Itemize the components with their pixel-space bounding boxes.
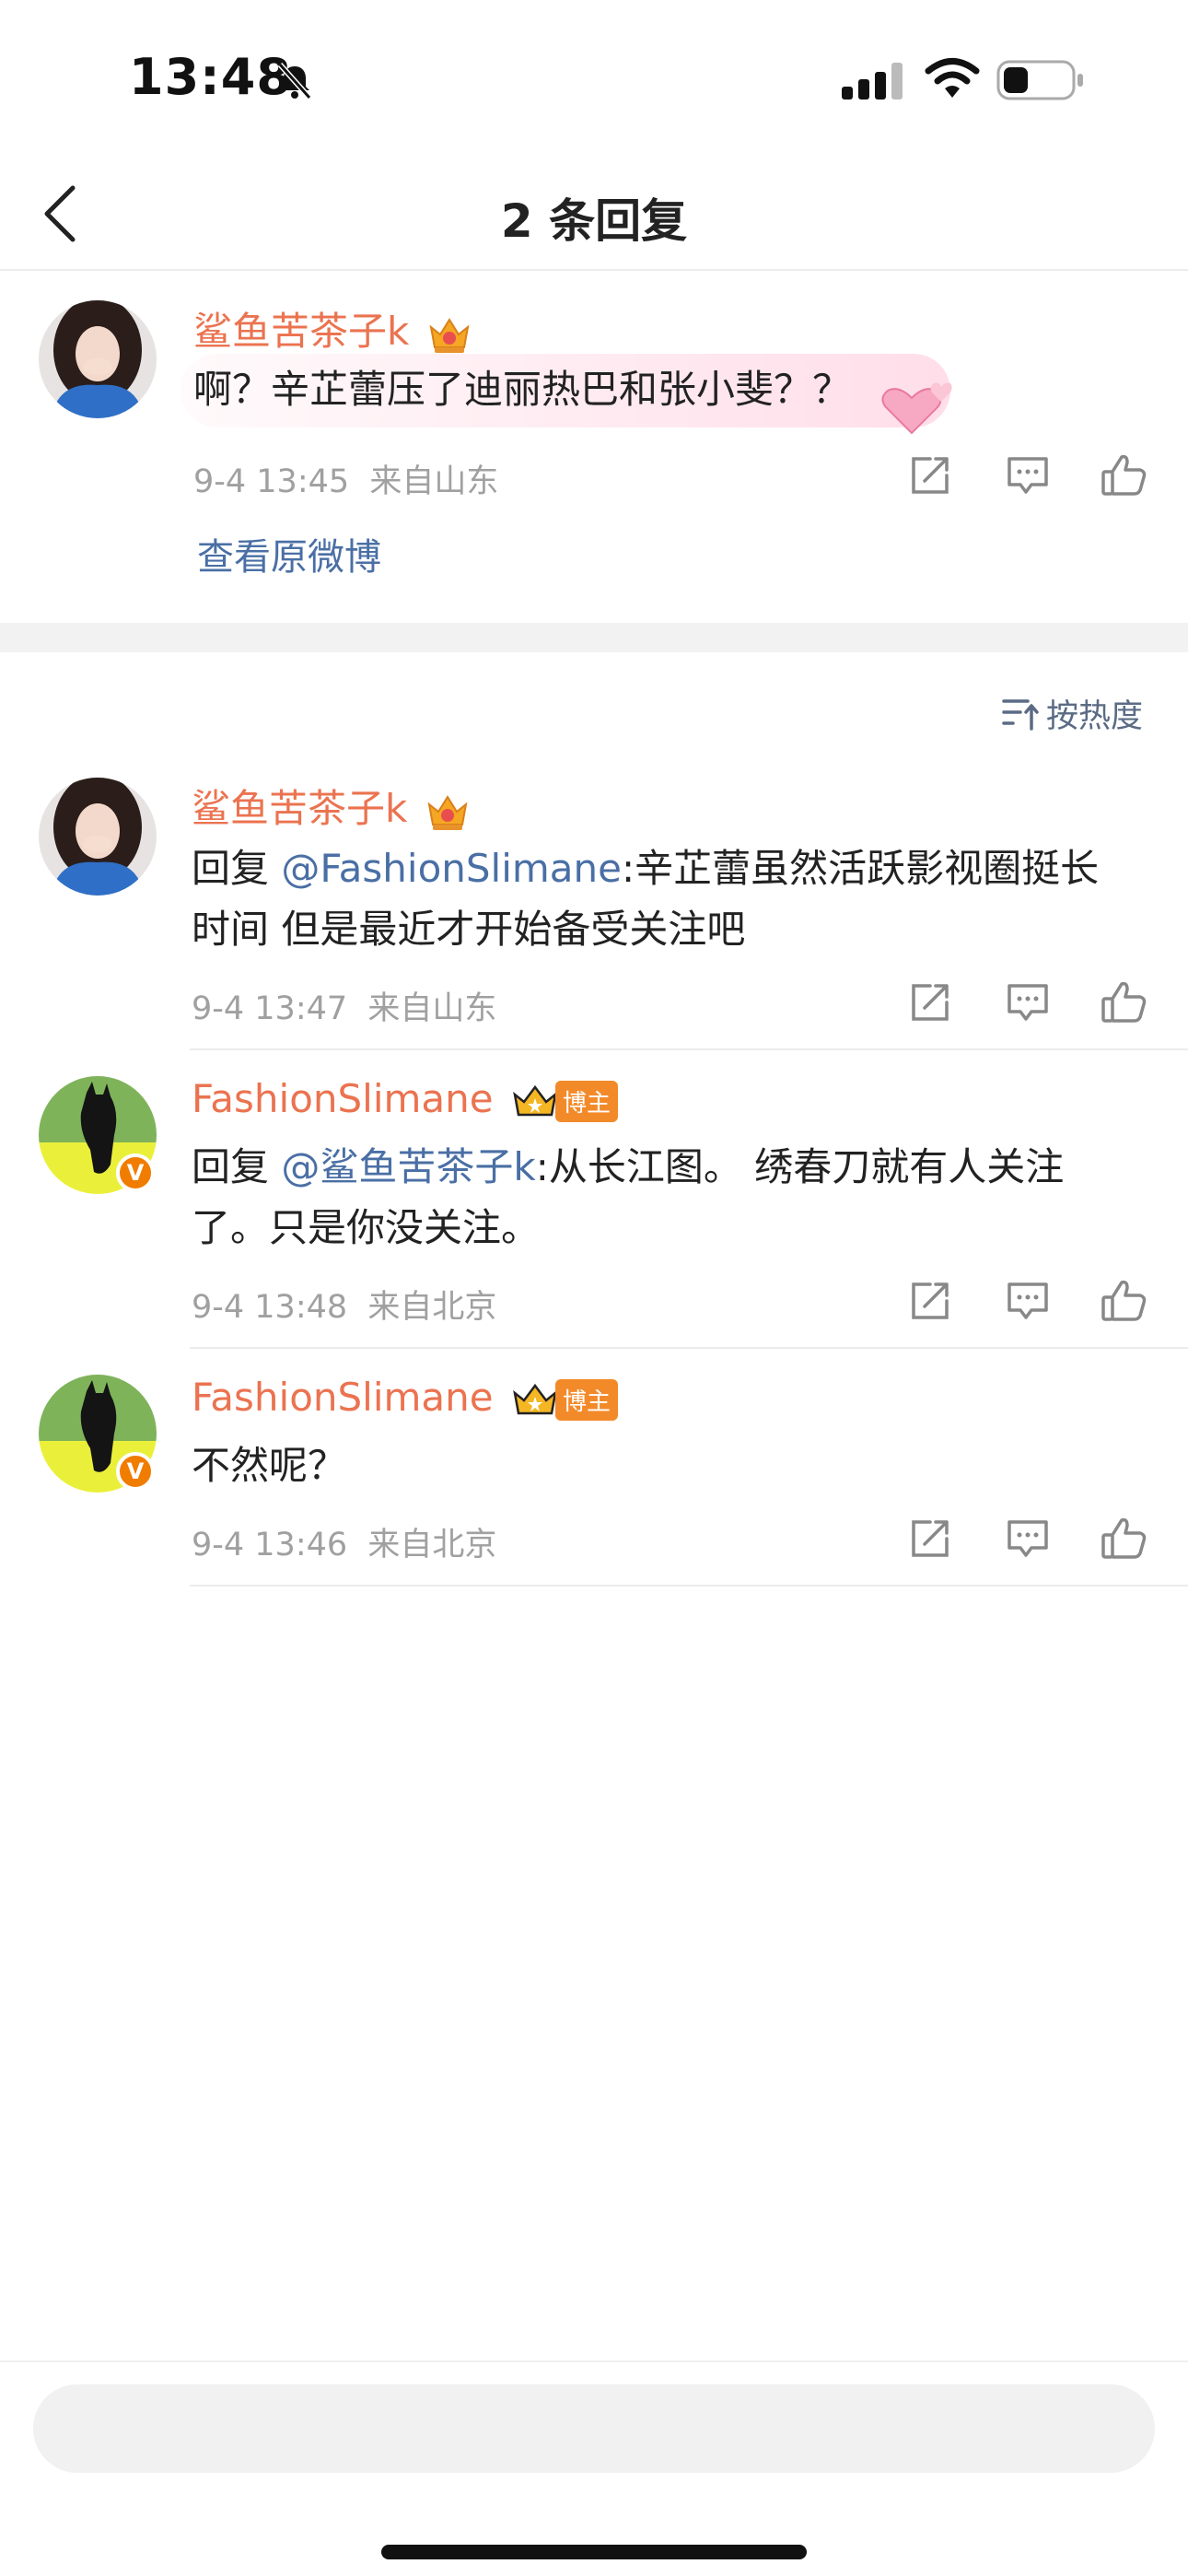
repost-icon[interactable] bbox=[903, 1511, 958, 1566]
reply-divider bbox=[190, 1585, 1188, 1587]
crown-icon bbox=[513, 1383, 557, 1414]
comment-time: 9-4 13:45 来自山东 bbox=[193, 455, 498, 502]
comment-location: 来自山东 bbox=[369, 463, 499, 500]
comment-icon[interactable] bbox=[1000, 975, 1055, 1030]
reply-text: 回复 @FashionSlimane:辛芷蕾虽然活跃影视圈挺长 时间 但是最近才… bbox=[192, 846, 1100, 952]
comment-icon[interactable] bbox=[1000, 1511, 1055, 1566]
crown-icon bbox=[513, 1084, 557, 1116]
like-icon[interactable] bbox=[1096, 448, 1151, 503]
signal-icon bbox=[842, 63, 903, 100]
section-divider bbox=[0, 623, 1188, 652]
reply-location: 来自北京 bbox=[367, 1289, 497, 1326]
reply-divider bbox=[190, 1048, 1188, 1050]
mention-link[interactable]: @鲨鱼苦茶子k bbox=[281, 1144, 535, 1189]
reply-text: 不然呢？ bbox=[192, 1443, 347, 1488]
reply-item: V FashionSlimane 博主 不然呢？ 9-4 13:46 来自北京 bbox=[0, 1375, 1188, 1588]
crown-icon bbox=[429, 317, 470, 353]
reply-meta: 9-4 13:47 来自山东 bbox=[192, 982, 496, 1029]
like-icon[interactable] bbox=[1096, 1273, 1151, 1329]
sort-label: 按热度 bbox=[1046, 697, 1144, 735]
avatar-image bbox=[39, 300, 157, 418]
verified-icon: V bbox=[116, 1452, 155, 1491]
home-indicator[interactable] bbox=[381, 2545, 807, 2559]
wifi-icon bbox=[925, 58, 980, 98]
comment-icon[interactable] bbox=[1000, 1273, 1055, 1329]
bottom-bar bbox=[0, 2360, 1188, 2576]
comment-time-value: 9-4 13:45 bbox=[193, 463, 350, 500]
comment-icon[interactable] bbox=[1000, 448, 1055, 503]
crown-icon bbox=[427, 794, 468, 830]
page-title: 2 条回复 bbox=[500, 194, 688, 248]
reply-meta: 9-4 13:46 来自北京 bbox=[192, 1518, 496, 1565]
like-icon[interactable] bbox=[1096, 1511, 1151, 1566]
verified-icon: V bbox=[116, 1153, 155, 1192]
blogger-badge: 博主 bbox=[555, 1379, 619, 1421]
repost-icon[interactable] bbox=[903, 975, 958, 1030]
reply-divider bbox=[190, 1347, 1188, 1349]
hearts-decoration-icon bbox=[881, 382, 952, 435]
avatar-image bbox=[39, 778, 157, 896]
repost-icon[interactable] bbox=[903, 1273, 958, 1329]
status-bar: 13:48 bbox=[0, 0, 1188, 157]
sort-button[interactable]: 按热度 bbox=[1000, 689, 1143, 737]
reply-item: 鲨鱼苦茶子k 回复 @FashionSlimane:辛芷蕾虽然活跃影视圈挺长 时… bbox=[0, 778, 1188, 1050]
mention-link[interactable]: @FashionSlimane bbox=[281, 846, 622, 891]
reply-username[interactable]: 鲨鱼苦茶子k bbox=[192, 778, 470, 834]
reply-item: V FashionSlimane 博主 回复 @鲨鱼苦茶子k:从长江图。 绣春刀… bbox=[0, 1076, 1188, 1349]
reply-location: 来自北京 bbox=[367, 1527, 497, 1563]
avatar[interactable] bbox=[39, 300, 157, 418]
comment-username[interactable]: 鲨鱼苦茶子k bbox=[193, 300, 472, 357]
original-comment: 鲨鱼苦茶子k 啊？辛芷蕾压了迪丽热巴和张小斐？？ 9-4 13:45 来自山东 … bbox=[0, 273, 1188, 623]
reply-meta: 9-4 13:48 来自北京 bbox=[192, 1281, 496, 1328]
reply-time: 9-4 13:47 bbox=[192, 990, 348, 1027]
like-icon[interactable] bbox=[1096, 975, 1151, 1030]
reply-username[interactable]: FashionSlimane 博主 bbox=[192, 1375, 619, 1421]
comment-text: 啊？辛芷蕾压了迪丽热巴和张小斐？？ bbox=[193, 367, 852, 412]
reply-time: 9-4 13:46 bbox=[192, 1527, 348, 1563]
bell-off-icon bbox=[277, 63, 312, 100]
nav-bar: 2 条回复 bbox=[0, 157, 1188, 271]
sort-icon bbox=[1002, 699, 1039, 731]
reply-location: 来自山东 bbox=[367, 990, 497, 1027]
battery-icon bbox=[996, 60, 1083, 100]
view-original-weibo-link[interactable]: 查看原微博 bbox=[197, 527, 381, 580]
avatar[interactable] bbox=[39, 778, 157, 896]
status-time: 13:48 bbox=[129, 48, 292, 106]
reply-input[interactable] bbox=[33, 2384, 1155, 2473]
reply-time: 9-4 13:48 bbox=[192, 1289, 348, 1326]
blogger-badge: 博主 bbox=[555, 1081, 619, 1122]
reply-username[interactable]: FashionSlimane 博主 bbox=[192, 1076, 619, 1122]
reply-text: 回复 @鲨鱼苦茶子k:从长江图。 绣春刀就有人关注 了。只是你没关注。 bbox=[192, 1144, 1065, 1250]
repost-icon[interactable] bbox=[903, 448, 958, 503]
